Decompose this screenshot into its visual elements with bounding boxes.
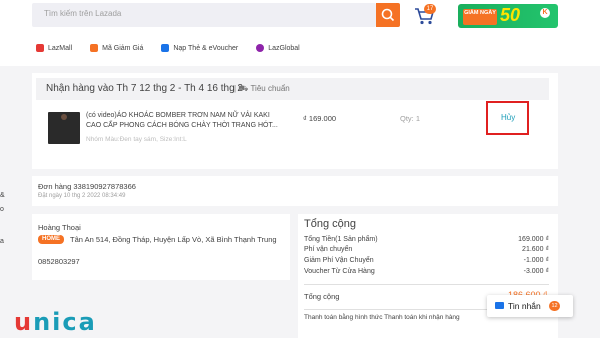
summary-row: Giảm Phí Vận Chuyển -1.000 ₫ [304, 257, 549, 264]
side-text-fragment: & [0, 192, 5, 199]
globe-icon [256, 44, 265, 52]
address-line: Tân An 514, Đồng Tháp, Huyện Lấp Vò, Xã … [70, 235, 277, 244]
logo-rest: nica [33, 308, 97, 336]
side-text-fragment: o [0, 206, 4, 213]
payment-method: Thanh toán bằng hình thức Thanh toán khi… [304, 314, 460, 321]
order-date: Đặt ngày 10 thg 2 2022 08:34:49 [38, 193, 126, 199]
order-info-card [32, 176, 558, 206]
search-input[interactable]: Tìm kiếm trên Lazada [32, 3, 376, 27]
topup-icon [161, 44, 170, 52]
nav-item-lazmall[interactable]: LazMall [36, 42, 72, 54]
nav-label: Nạp Thẻ & eVoucher [173, 44, 239, 52]
shipment-header: Nhận hàng vào Th 7 12 thg 2 - Th 4 16 th… [36, 78, 549, 100]
chat-count-badge: 12 [549, 301, 560, 311]
summary-row-value: -3.000 ₫ [523, 268, 549, 275]
logo-u: u [14, 308, 34, 336]
nav-item-lazglobal[interactable]: LazGlobal [256, 42, 300, 54]
recipient-phone: 0852803297 [38, 257, 80, 266]
nav-item-voucher[interactable]: Mã Giảm Giá [90, 42, 143, 54]
product-price: ₫ 169.000 [303, 114, 337, 123]
promo-k-label: K [540, 8, 550, 18]
summary-row-value: 169.000 ₫ [518, 236, 549, 243]
summary-row-label: Giảm Phí Vận Chuyển [304, 257, 374, 264]
shipping-method-label: Tiêu chuẩn [250, 84, 290, 93]
top-bar: Tìm kiếm trên Lazada 17 GIẢM NGÀY 50 K L… [0, 0, 600, 66]
summary-row-value: 21.600 ₫ [522, 246, 549, 253]
home-badge: HOME [38, 235, 64, 244]
search-button[interactable] [376, 3, 400, 27]
side-text-fragment: a [0, 238, 4, 245]
search-placeholder: Tìm kiếm trên Lazada [44, 9, 122, 18]
nav-item-topup[interactable]: Nạp Thẻ & eVoucher [161, 42, 238, 54]
search-icon [381, 8, 395, 22]
chat-icon [495, 302, 504, 309]
cancel-button[interactable]: Hủy [501, 113, 515, 122]
summary-row: Voucher Từ Cửa Hàng -3.000 ₫ [304, 268, 549, 275]
shipping-method: | ⛟ Tiêu chuẩn [234, 84, 290, 94]
nav-label: Mã Giảm Giá [102, 44, 144, 52]
total-label: Tổng cộng [304, 292, 340, 301]
product-qty: Qty: 1 [400, 114, 421, 123]
recipient-name: Hoàng Thoại [38, 223, 81, 232]
summary-row-label: Tổng Tiền(1 Sản phẩm) [304, 236, 378, 243]
order-number: Đơn hàng 338190927878366 [38, 182, 136, 191]
cart-count-badge: 17 [424, 4, 436, 14]
nav-label: LazGlobal [268, 44, 300, 52]
chat-label: Tin nhắn [508, 301, 541, 311]
product-thumbnail-detail [61, 114, 67, 120]
promo-value: 50 [500, 5, 521, 25]
summary-row-label: Voucher Từ Cửa Hàng [304, 268, 375, 275]
summary-row: Phí vận chuyển 21.600 ₫ [304, 246, 549, 253]
nav-row: LazMall Mã Giảm Giá Nạp Thẻ & eVoucher L… [36, 42, 300, 54]
product-name[interactable]: (có video)ÁO KHOÁC BOMBER TRƠN NAM NỮ VẢ… [86, 111, 286, 131]
product-variant: Nhóm Màu:Đen tay sám, Size:Int:L [86, 136, 187, 143]
promo-giam-label: GIẢM NGÀY [463, 9, 497, 25]
unica-logo: unica [14, 308, 97, 336]
summary-row-value: -1.000 ₫ [523, 257, 549, 264]
promo-banner[interactable]: GIẢM NGÀY 50 K [458, 4, 558, 28]
delivery-text: Nhận hàng vào Th 7 12 thg 2 - Th 4 16 th… [46, 83, 243, 94]
summary-title: Tổng cộng [304, 218, 356, 230]
chat-button[interactable]: Tin nhắn 12 [487, 295, 573, 317]
truck-icon: | ⛟ [234, 84, 251, 93]
nav-label: LazMall [48, 44, 73, 52]
summary-row: Tổng Tiền(1 Sản phẩm) 169.000 ₫ [304, 236, 549, 243]
divider [304, 284, 549, 285]
coupon-icon [90, 44, 99, 52]
lazmall-icon [36, 44, 44, 52]
summary-row-label: Phí vận chuyển [304, 246, 353, 253]
